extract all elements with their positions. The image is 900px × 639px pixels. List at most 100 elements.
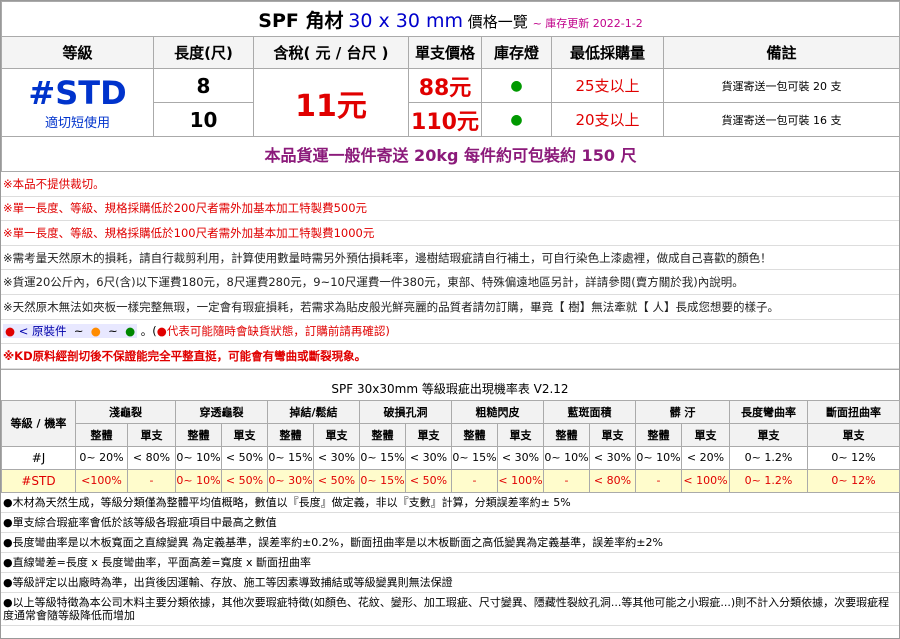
price-table: SPF 角材 30 x 30 mm 價格一覽 ~ 庫存更新 2022-1-2 等…	[0, 1, 900, 172]
defect-title: SPF 30x30mm 等級瑕疵出現機率表 V2.12	[331, 381, 569, 396]
header-stock: 庫存燈	[481, 36, 552, 69]
note-line: ※天然原木無法如夾板一樣完整無瑕，一定會有瑕疵損耗，若需求為貼皮般光鮮亮麗的品質…	[1, 295, 899, 320]
header-unit-price: 單支價格	[408, 36, 482, 69]
title-dimension: 30 x 30 mm	[348, 9, 464, 32]
defect-row-std: #STD <100% - 0~ 10% < 50% 0~ 30% < 50% 0…	[1, 468, 900, 493]
defect-cell: < 50%	[313, 468, 360, 493]
note-line: ※單一長度、等級、規格採購低於200尺者需外加基本加工特製費500元	[1, 197, 899, 222]
footnote: ●以上等級特徵為本公司木料主要分類依據，其他次要瑕疵特徵(如顏色、花紋、變形、加…	[1, 593, 899, 626]
footnote: ●單支綜合瑕疵率會低於該等級各瑕疵項目中最高之數值	[1, 513, 899, 533]
defect-grade: #STD	[1, 468, 76, 493]
grade-label: #STD	[28, 74, 127, 112]
legend-red-dot-icon: ●	[5, 324, 16, 339]
sub-whole: 整體	[75, 422, 128, 447]
sub-piece: 單支	[807, 422, 900, 447]
defect-cell: < 100%	[497, 468, 544, 493]
defect-row-j: #J 0~ 20% < 80% 0~ 10% < 50% 0~ 15% < 30…	[1, 445, 900, 470]
defect-group: 長度彎曲率	[729, 399, 808, 424]
defect-cell: < 30%	[313, 445, 360, 470]
sub-piece: 單支	[497, 422, 544, 447]
sub-whole: 整體	[451, 422, 498, 447]
sub-piece: 單支	[405, 422, 452, 447]
defect-cell: 0~ 10%	[635, 445, 682, 470]
defect-cell: < 20%	[681, 445, 730, 470]
sub-whole: 整體	[175, 422, 222, 447]
length-value: 10	[153, 102, 254, 137]
price-title: SPF 角材 30 x 30 mm 價格一覽 ~ 庫存更新 2022-1-2	[0, 1, 900, 37]
footnotes-section: ●木材為天然生成，等級分類僅為整體平均值概略，數值以『長度』做定義，非以『支數』…	[1, 493, 899, 626]
defect-cell: < 30%	[497, 445, 544, 470]
defect-cell: -	[451, 468, 498, 493]
sub-whole: 整體	[267, 422, 314, 447]
note-line: ※貨運20公斤內，6尺(含)以下運費180元，8尺運費280元，9~10尺運費一…	[1, 270, 899, 295]
unit-price: 110元	[408, 102, 482, 137]
title-prefix: SPF 角材	[258, 9, 344, 32]
stock-legend: ● < 原裝件 ~ ● ~ ● 。(● 代表可能隨時會缺貨狀態，訂購前請再確認)	[1, 320, 899, 345]
sub-whole: 整體	[635, 422, 682, 447]
legend-orange-dot-icon: ●	[90, 324, 101, 339]
note-line: ※本品不提供裁切。	[1, 172, 899, 197]
defect-cell: 0~ 10%	[543, 445, 590, 470]
remark: 貨運寄送一包可裝 16 支	[662, 102, 900, 137]
defect-cell: 0~ 20%	[75, 445, 128, 470]
defect-cell: 0~ 12%	[807, 445, 900, 470]
legend-separator: ~	[108, 324, 118, 339]
footnote: ●長度彎曲率是以木板寬面之直線變異 為定義基準，誤差率約±0.2%，斷面扭曲率是…	[1, 533, 899, 553]
defect-cell: 0~ 10%	[175, 445, 222, 470]
min-qty: 25支以上	[551, 68, 664, 103]
footnote: ●直線彎差=長度 x 長度彎曲率，平面高差=寬度 x 斷面扭曲率	[1, 553, 899, 573]
grade-subtitle: 適切短使用	[44, 116, 110, 131]
defect-group: 髒 汙	[635, 399, 730, 424]
defect-group: 藍斑面積	[543, 399, 636, 424]
legend-separator: ~	[73, 324, 84, 339]
min-qty: 20支以上	[551, 102, 664, 137]
footnote: ●木材為天然生成，等級分類僅為整體平均值概略，數值以『長度』做定義，非以『支數』…	[1, 493, 899, 513]
notes-section: ※本品不提供裁切。 ※單一長度、等級、規格採購低於200尺者需外加基本加工特製費…	[1, 172, 899, 369]
defect-cell: < 100%	[681, 468, 730, 493]
header-length: 長度(尺)	[153, 36, 254, 69]
defect-group-row: 等級 / 機率 淺龜裂 穿透龜裂 掉結/鬆結 破損孔洞 粗糙閃皮 藍斑面積 髒 …	[1, 399, 900, 447]
defect-cell: < 80%	[589, 468, 636, 493]
defect-cell: 0~ 30%	[267, 468, 314, 493]
header-remark: 備註	[662, 36, 900, 69]
defect-group: 粗糙閃皮	[451, 399, 544, 424]
sub-piece: 單支	[589, 422, 636, 447]
legend-dot-icon: ●	[156, 324, 167, 339]
defect-group: 斷面扭曲率	[807, 399, 900, 424]
legend-note: 代表可能隨時會缺貨狀態，訂購前請再確認)	[166, 324, 390, 339]
note-line: ※單一長度、等級、規格採購低於100尺者需外加基本加工特製費1000元	[1, 221, 899, 246]
defect-cell: < 50%	[221, 445, 268, 470]
defect-cell: 0~ 15%	[267, 445, 314, 470]
defect-cell: 0~ 12%	[807, 468, 900, 493]
legend-tag: < 原裝件	[18, 324, 67, 339]
sub-piece: 單支	[127, 422, 176, 447]
defect-cell: 0~ 15%	[359, 445, 406, 470]
defect-cell: 0~ 15%	[359, 468, 406, 493]
unit-price: 88元	[408, 68, 482, 103]
sub-piece: 單支	[681, 422, 730, 447]
defect-cell: -	[635, 468, 682, 493]
stock-indicator-icon: ●	[481, 68, 552, 103]
sub-whole: 整體	[359, 422, 406, 447]
defect-cell: <100%	[75, 468, 128, 493]
defect-table: 等級 / 機率 淺龜裂 穿透龜裂 掉結/鬆結 破損孔洞 粗糙閃皮 藍斑面積 髒 …	[1, 399, 900, 493]
sub-whole: 整體	[543, 422, 590, 447]
title-updated: ~ 庫存更新 2022-1-2	[532, 16, 643, 30]
defect-sub-row: 整體 單支 整體 單支 整體 單支 整體 單支 整體 單支 整體 單支 整體 單…	[2, 422, 900, 447]
sub-piece: 單支	[221, 422, 268, 447]
defect-group: 掉結/鬆結	[267, 399, 360, 424]
sub-piece: 單支	[313, 422, 360, 447]
legend-green-dot-icon: ●	[125, 324, 136, 339]
defect-section: SPF 30x30mm 等級瑕疵出現機率表 V2.12 等級 / 機率 淺龜裂 …	[1, 368, 900, 626]
defect-cell: < 30%	[405, 445, 452, 470]
sub-piece: 單支	[729, 422, 808, 447]
title-suffix: 價格一覽	[467, 12, 528, 31]
grade-cell: #STD 適切短使用	[1, 68, 154, 137]
defect-cell: -	[127, 468, 176, 493]
tax-price: 11元	[253, 68, 409, 137]
defect-cell: < 30%	[589, 445, 636, 470]
header-min-qty: 最低採購量	[551, 36, 664, 69]
defect-cell: < 80%	[127, 445, 176, 470]
defect-cell: 0~ 15%	[451, 445, 498, 470]
defect-group: 破損孔洞	[359, 399, 452, 424]
